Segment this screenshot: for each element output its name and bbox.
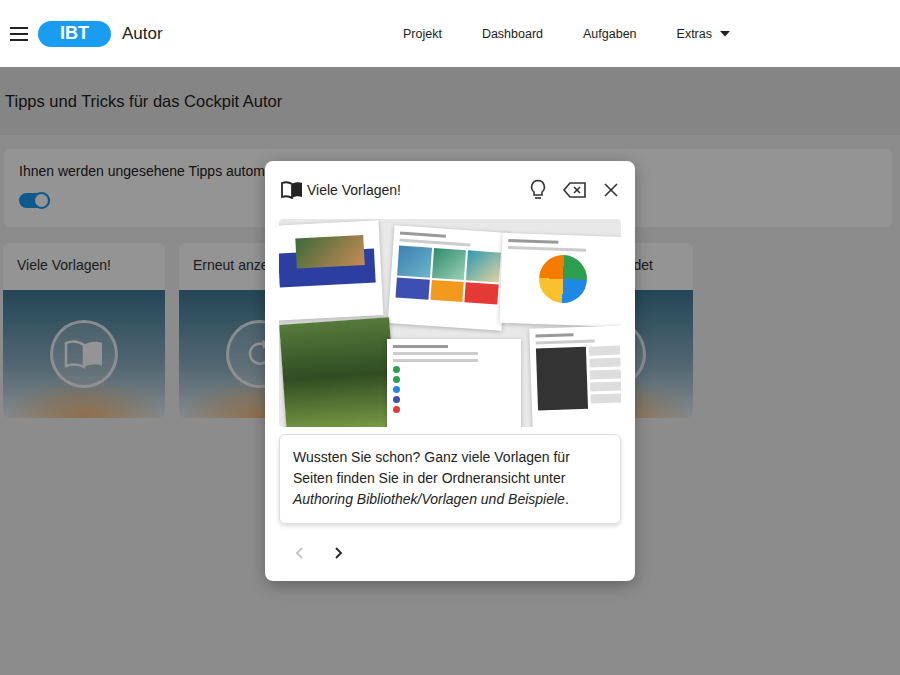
template-preview: [388, 225, 509, 331]
nav-item[interactable]: Extras: [677, 27, 730, 41]
previous-chevron-icon: [290, 543, 310, 563]
nav-item[interactable]: Projekt: [403, 27, 442, 41]
close-icon[interactable]: [603, 182, 619, 198]
preview-lines: [508, 239, 620, 253]
preview-pie: [538, 254, 588, 304]
next-chevron-icon[interactable]: [328, 543, 348, 563]
preview-lines: [393, 345, 515, 362]
top-bar: IBT Autor Projekt Dashboard Aufgaben Extras: [0, 0, 900, 67]
app: IBTAutorProjektDashboardAufgabenExtrasTi…: [0, 0, 900, 675]
tip-pager: [279, 541, 621, 565]
preview-list: [393, 366, 515, 413]
template-preview: [529, 325, 621, 427]
clear-icon[interactable]: [563, 181, 587, 199]
dialog-header: Viele Vorlagen!: [279, 176, 621, 204]
tip-image: [279, 219, 621, 427]
nav-item[interactable]: Dashboard: [482, 27, 543, 41]
book-icon: [281, 181, 303, 199]
template-preview: [279, 220, 383, 321]
preview-photo: [295, 235, 364, 269]
caret-down-icon: [720, 31, 730, 37]
preview-lines: [535, 332, 619, 345]
template-preview: [499, 233, 621, 327]
tip-text: Wussten Sie schon? Ganz viele Vorlagen f…: [279, 434, 621, 524]
template-preview: [279, 317, 396, 427]
preview-tiles: [396, 246, 501, 305]
logo[interactable]: IBT: [38, 21, 111, 47]
main-nav: Projekt Dashboard Aufgaben Extras: [403, 27, 730, 41]
tip-dialog: Viele Vorlagen! Wussten Sie schon? Ganz v…: [265, 161, 635, 581]
menu-icon[interactable]: [10, 27, 28, 41]
nav-item[interactable]: Aufgaben: [583, 27, 637, 41]
app-name: Autor: [122, 24, 163, 44]
dialog-actions: [529, 179, 621, 201]
template-preview: [387, 339, 521, 427]
dialog-title: Viele Vorlagen!: [307, 182, 401, 198]
lightbulb-icon[interactable]: [529, 179, 547, 201]
